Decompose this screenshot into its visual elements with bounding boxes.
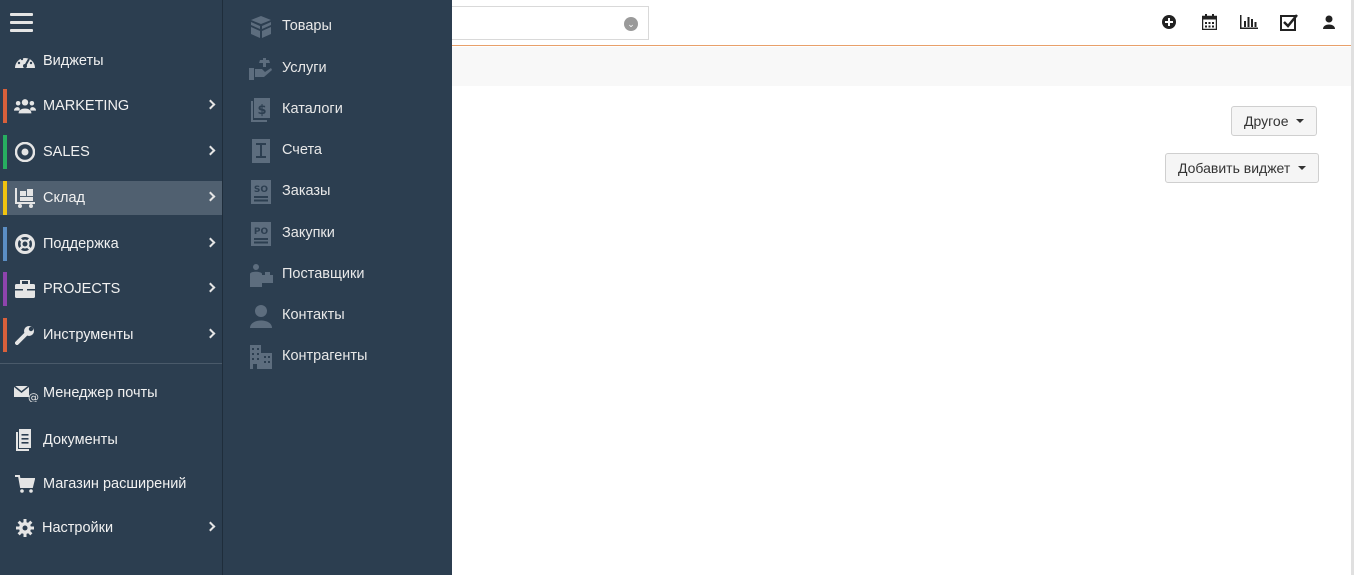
header-toolbar — [1158, 10, 1340, 34]
submenu-item-label: Услуги — [282, 60, 327, 76]
plus-circle-icon[interactable] — [1158, 10, 1180, 34]
chevron-right-icon — [205, 191, 216, 202]
chevron-right-icon — [205, 145, 216, 156]
svg-text:SO: SO — [254, 185, 268, 195]
submenu-item-label: Каталоги — [282, 101, 343, 117]
sidebar-item-label: MARKETING — [43, 98, 130, 114]
sidebar-item-label: Магазин расширений — [43, 476, 187, 492]
sidebar-item-sales[interactable]: SALES — [0, 135, 222, 169]
sidebar-item-tools[interactable]: Инструменты — [0, 318, 222, 352]
warehouse-cart-icon — [14, 187, 36, 209]
invoice-icon — [249, 139, 273, 163]
submenu-item-vendors[interactable]: Поставщики — [223, 258, 452, 292]
users-icon — [14, 95, 36, 117]
dashboard-icon — [14, 50, 36, 72]
submenu-item-contacts[interactable]: Контакты — [223, 299, 452, 333]
svg-text:$: $ — [257, 103, 266, 118]
sidebar-divider — [0, 363, 222, 364]
global-search-input[interactable]: ⌄ — [440, 6, 649, 40]
vendor-icon — [249, 263, 273, 287]
sidebar: Виджеты MARKETING SALES Склад Поддержка — [0, 0, 222, 575]
chevron-right-icon — [205, 237, 216, 248]
sidebar-item-mail-manager[interactable]: @ Менеджер почты — [0, 376, 222, 410]
submenu-item-label: Закупки — [282, 225, 335, 241]
caret-down-icon — [1298, 166, 1307, 170]
submenu-item-orders[interactable]: SO Заказы — [223, 175, 452, 209]
sidebar-item-label: Виджеты — [43, 53, 104, 69]
menu-toggle-icon[interactable] — [10, 13, 33, 32]
chevron-right-icon — [205, 521, 216, 532]
checkbox-icon[interactable] — [1278, 10, 1300, 34]
sidebar-item-label: Поддержка — [43, 236, 119, 252]
wrench-icon — [14, 324, 36, 346]
sidebar-item-label: Инструменты — [43, 327, 134, 343]
sidebar-item-settings[interactable]: Настройки — [0, 511, 222, 545]
sidebar-item-documents[interactable]: Документы — [0, 423, 222, 457]
lifebuoy-icon — [14, 233, 36, 255]
warehouse-submenu: Товары Услуги $ Каталоги Счета SO Заказы… — [222, 0, 452, 575]
sidebar-item-label: SALES — [43, 144, 90, 160]
sales-order-icon: SO — [249, 180, 273, 204]
sidebar-item-support[interactable]: Поддержка — [0, 227, 222, 261]
submenu-item-label: Контрагенты — [282, 348, 368, 364]
svg-text:PO: PO — [254, 227, 269, 237]
other-dropdown-button[interactable]: Другое — [1231, 106, 1318, 136]
user-icon[interactable] — [1318, 10, 1340, 34]
sidebar-item-projects[interactable]: PROJECTS — [0, 272, 222, 306]
briefcase-icon — [14, 278, 36, 300]
sidebar-item-label: Менеджер почты — [43, 385, 158, 401]
submenu-item-purchases[interactable]: PO Закупки — [223, 217, 452, 251]
service-hand-icon — [249, 57, 273, 81]
sidebar-item-extension-store[interactable]: Магазин расширений — [0, 467, 222, 501]
add-widget-label: Добавить виджет — [1178, 160, 1291, 176]
submenu-item-label: Товары — [282, 18, 332, 34]
sidebar-item-label: PROJECTS — [43, 281, 121, 297]
submenu-item-label: Поставщики — [282, 266, 365, 282]
sidebar-item-label: Склад — [43, 190, 85, 206]
catalog-dollar-icon: $ — [249, 98, 273, 122]
buildings-icon — [249, 345, 273, 369]
submenu-item-products[interactable]: Товары — [223, 10, 452, 44]
sidebar-item-label: Документы — [43, 432, 118, 448]
calendar-icon[interactable] — [1198, 10, 1220, 34]
purchase-order-icon: PO — [249, 222, 273, 246]
contact-person-icon — [249, 304, 273, 328]
svg-text:@: @ — [28, 391, 39, 402]
add-widget-button[interactable]: Добавить виджет — [1165, 153, 1320, 183]
chevron-down-icon[interactable]: ⌄ — [624, 17, 638, 31]
other-button-label: Другое — [1244, 113, 1289, 129]
submenu-item-invoices[interactable]: Счета — [223, 134, 452, 168]
document-icon — [14, 429, 36, 451]
submenu-item-label: Счета — [282, 142, 322, 158]
submenu-item-services[interactable]: Услуги — [223, 52, 452, 86]
target-icon — [14, 141, 36, 163]
sidebar-item-widgets[interactable]: Виджеты — [0, 44, 222, 78]
chevron-right-icon — [205, 99, 216, 110]
submenu-item-counterparties[interactable]: Контрагенты — [223, 340, 452, 374]
submenu-item-label: Заказы — [282, 183, 331, 199]
cart-icon — [14, 473, 36, 495]
caret-down-icon — [1296, 119, 1305, 123]
gear-icon — [14, 517, 36, 539]
sidebar-item-warehouse[interactable]: Склад — [0, 181, 222, 215]
sidebar-item-marketing[interactable]: MARKETING — [0, 89, 222, 123]
submenu-item-catalogs[interactable]: $ Каталоги — [223, 93, 452, 127]
bar-chart-icon[interactable] — [1238, 10, 1260, 34]
boxes-icon — [249, 15, 273, 39]
mail-at-icon: @ — [14, 382, 40, 404]
chevron-right-icon — [205, 328, 216, 339]
submenu-item-label: Контакты — [282, 307, 345, 323]
sidebar-item-label: Настройки — [42, 520, 114, 536]
chevron-right-icon — [205, 282, 216, 293]
